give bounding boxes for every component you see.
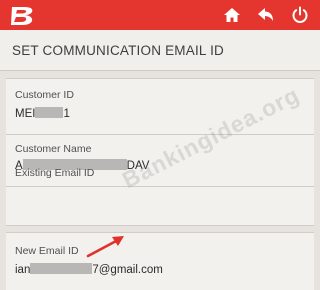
customer-name-label: Customer Name [15,143,92,155]
bank-logo [11,7,33,25]
power-icon[interactable] [288,3,312,27]
customer-id-value: MEI 1 [15,107,70,120]
customer-id-label: Customer ID [15,89,74,101]
redaction-mask [35,107,64,118]
home-icon[interactable] [220,3,244,27]
new-email-field[interactable]: New Email ID ian 7@gmail.com [6,232,314,290]
existing-email-field: Existing Email ID [6,167,314,226]
redaction-mask [30,263,93,274]
page-header: SET COMMUNICATION EMAIL ID [0,30,320,71]
top-app-bar [0,0,320,30]
page-title: SET COMMUNICATION EMAIL ID [12,43,224,58]
back-arrow-icon[interactable] [254,3,278,27]
new-email-label: New Email ID [15,245,79,257]
existing-email-label: Existing Email ID [15,167,95,179]
new-email-input[interactable]: ian 7@gmail.com [15,263,163,276]
annotation-arrow [86,236,124,258]
